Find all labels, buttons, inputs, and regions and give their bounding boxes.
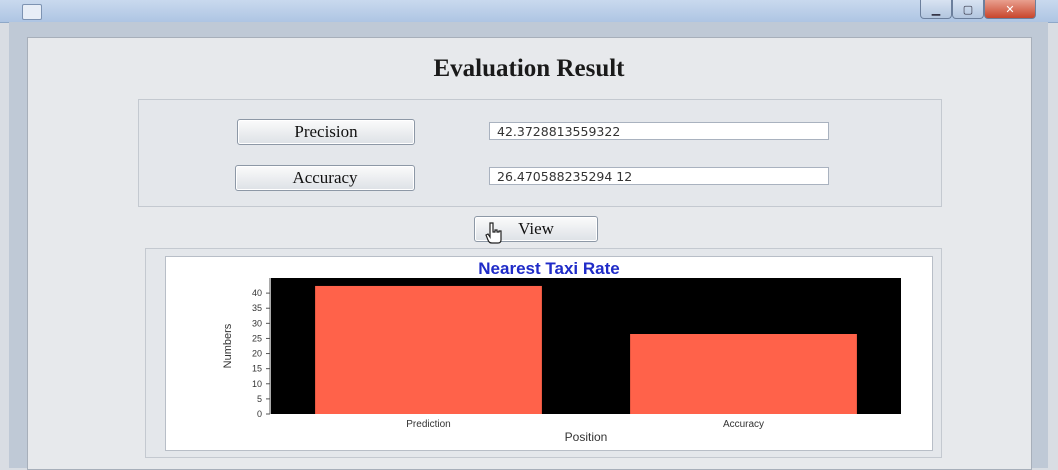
bar-chart: Nearest Taxi Rate 0 5 10 15 20 25 30 35 40 Predi… [222,259,901,444]
window-controls: ▁ ▢ ✕ [920,0,1036,19]
minimize-button[interactable]: ▁ [920,0,952,19]
window-titlebar: ▁ ▢ ✕ [0,0,1058,23]
y-tick-label: 15 [252,364,262,374]
x-tick-label: Prediction [406,419,450,430]
chart-container: Nearest Taxi Rate 0 5 10 15 20 25 30 35 40 Predi… [165,256,933,451]
chart-title: Nearest Taxi Rate [478,259,619,278]
bar-accuracy [630,334,857,414]
precision-button[interactable]: Precision [237,119,415,145]
x-axis-label: Position [565,430,608,444]
y-tick-label: 20 [252,349,262,359]
y-tick-label: 25 [252,333,262,343]
y-tick-label: 30 [252,318,262,328]
hand-cursor-icon [485,222,502,244]
app-icon[interactable] [22,4,42,20]
close-icon: ✕ [1005,2,1015,16]
maximize-icon: ▢ [962,2,974,16]
page-title: Evaluation Result [433,55,625,82]
y-tick-label: 5 [257,394,262,404]
y-tick-label: 10 [252,379,262,389]
minimize-icon: ▁ [931,2,941,16]
accuracy-button[interactable]: Accuracy [235,165,415,191]
x-tick-label: Accuracy [723,419,764,430]
accuracy-field[interactable]: 26.470588235294 12 [489,167,829,185]
precision-field[interactable]: 42.3728813559322 [489,122,829,140]
bar-prediction [315,285,542,414]
x-axis: Prediction Accuracy [406,419,764,430]
y-tick-label: 40 [252,288,262,298]
y-axis: 0 5 10 15 20 25 30 35 40 [252,278,271,419]
y-tick-label: 35 [252,303,262,313]
close-button[interactable]: ✕ [984,0,1036,19]
y-axis-label: Numbers [222,323,234,368]
y-tick-label: 0 [257,409,262,419]
maximize-button[interactable]: ▢ [952,0,984,19]
